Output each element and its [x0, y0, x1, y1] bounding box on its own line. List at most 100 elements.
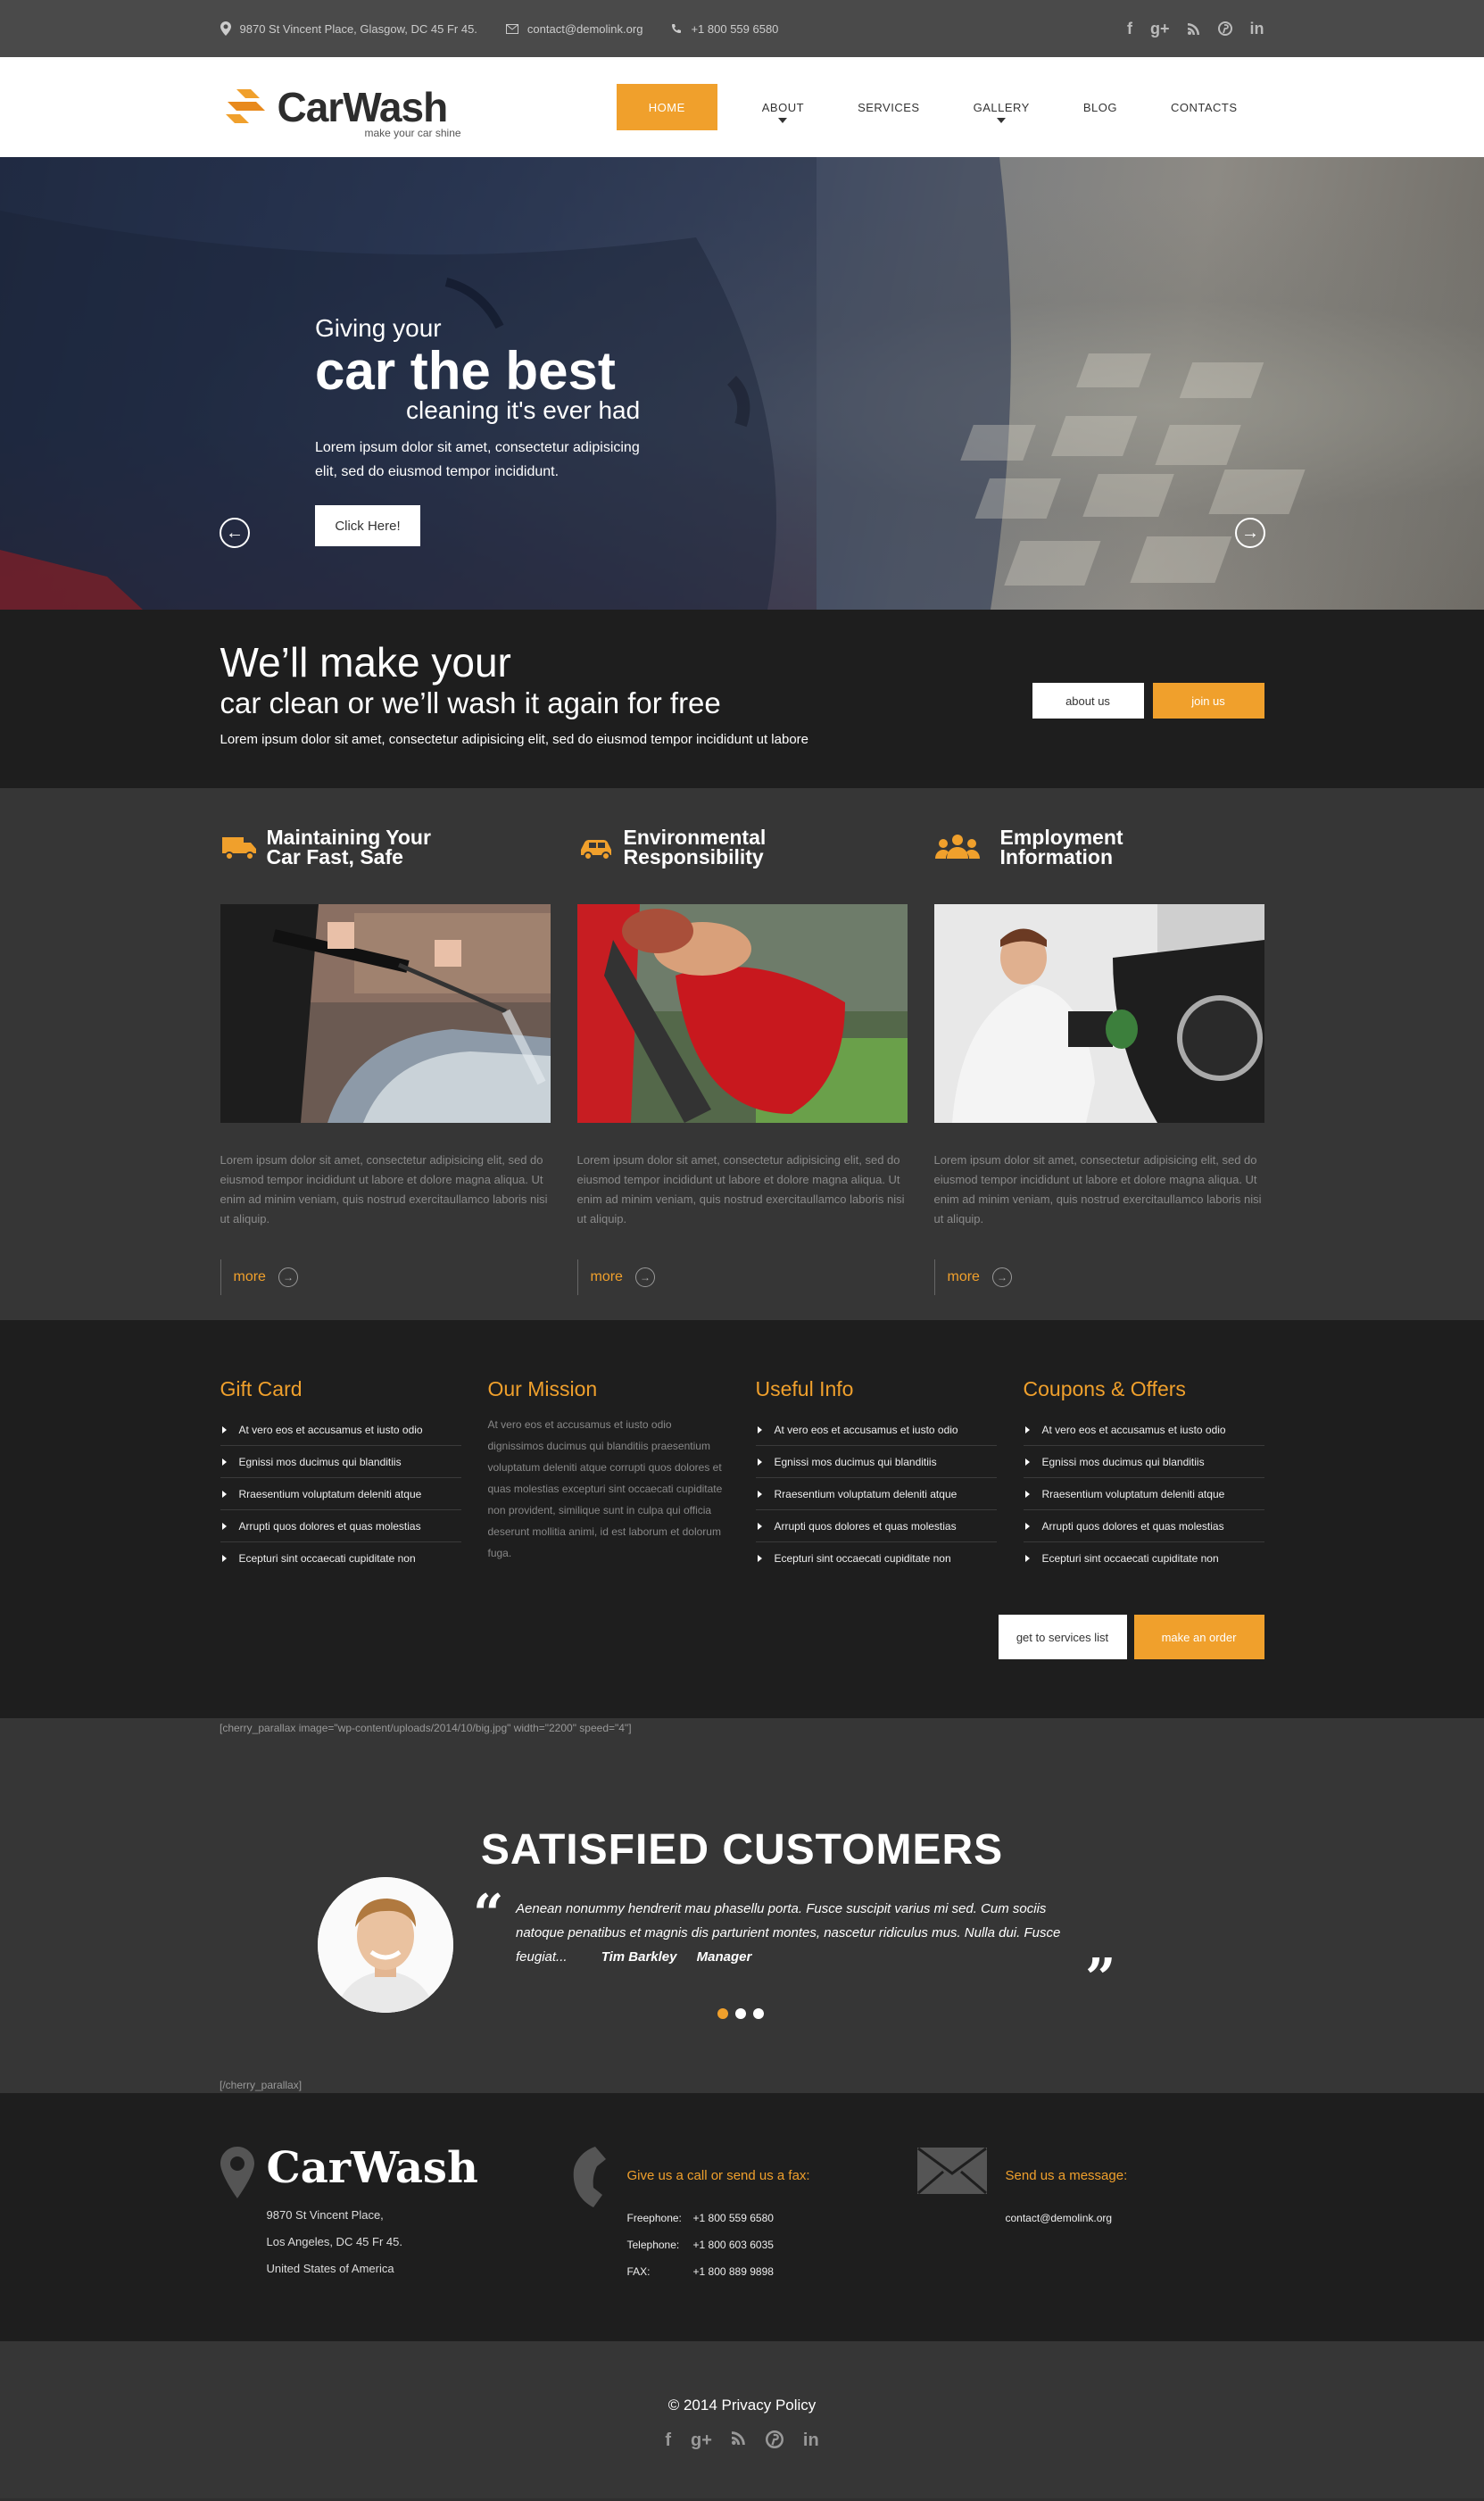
arrow-right-circle-icon: → [278, 1267, 298, 1287]
gift-card-column: Gift Card At vero eos et accusamus et iu… [220, 1377, 461, 1575]
info-buttons: get to services list make an order [998, 1615, 1264, 1659]
top-bar: 9870 St Vincent Place, Glasgow, DC 45 Fr… [0, 0, 1484, 57]
testimonial-author: Tim Barkley [601, 1949, 677, 1965]
phone-handset-icon [573, 2147, 606, 2207]
list-item[interactable]: Rraesentium voluptatum deleniti atque [1023, 1478, 1264, 1510]
contact-email[interactable]: contact@demolink.org [1006, 2205, 1128, 2231]
list-item[interactable]: Arrupti quos dolores et quas molestias [1023, 1510, 1264, 1542]
pinterest-icon[interactable] [1217, 21, 1232, 36]
phone-value[interactable]: +1 800 603 6035 [693, 2239, 774, 2251]
linkedin-icon[interactable]: in [1250, 20, 1264, 38]
open-quote-icon: “ [473, 1883, 504, 1946]
list-item[interactable]: Arrupti quos dolores et quas molestias [755, 1510, 997, 1542]
linkedin-icon[interactable]: in [803, 2430, 819, 2451]
nav-home[interactable]: HOME [616, 84, 717, 130]
list-item[interactable]: Ecepturi sint occaecati cupiditate non [1024, 1542, 1264, 1575]
make-order-button[interactable]: make an order [1133, 1615, 1264, 1659]
hero-caption: Giving your car the best cleaning it's e… [315, 316, 663, 546]
phone-value[interactable]: +1 800 889 9898 [693, 2265, 774, 2278]
feature-title: Employment Information [1000, 827, 1123, 868]
logo[interactable]: CarWash [220, 82, 448, 132]
google-plus-icon[interactable]: g+ [691, 2430, 712, 2451]
pinterest-icon[interactable] [765, 2430, 783, 2451]
phone-value[interactable]: +1 800 559 6580 [693, 2212, 774, 2224]
topbar-social: f g+ in [1127, 20, 1264, 38]
hero-line2: car the best [315, 341, 616, 401]
carousel-dot[interactable] [753, 2008, 764, 2019]
carousel-dot[interactable] [735, 2008, 746, 2019]
list-item[interactable]: Rraesentium voluptatum deleniti atque [755, 1478, 997, 1510]
services-list-button[interactable]: get to services list [998, 1615, 1127, 1659]
address-line: United States of America [266, 2262, 394, 2275]
envelope-icon [916, 2147, 987, 2195]
nav-about-label: ABOUT [761, 100, 805, 114]
truck-icon [221, 837, 256, 860]
list-item[interactable]: Egnissi mos ducimus qui blanditiis [755, 1446, 997, 1478]
site-header: CarWash make your car shine HOME ABOUT S… [0, 57, 1484, 157]
slider-next-arrow-icon[interactable]: → [1235, 518, 1265, 548]
testimonial-quote: Aenean nonummy hendrerit mau phasellu po… [516, 1897, 1087, 1969]
hero-text: Lorem ipsum dolor sit amet, consectetur … [315, 440, 640, 479]
phone-icon [672, 24, 682, 33]
mission-text: At vero eos et accusamus et iusto odio d… [487, 1418, 723, 1559]
nav-gallery[interactable]: GALLERY [947, 84, 1057, 130]
rss-icon[interactable] [1187, 22, 1200, 35]
hero-cta-button[interactable]: Click Here! [315, 505, 420, 546]
copyright[interactable]: © 2014 Privacy Policy [0, 2397, 1484, 2414]
main-nav: HOME ABOUT SERVICES GALLERY BLOG CONTACT… [616, 84, 1264, 130]
phone-label: FAX: [626, 2265, 651, 2278]
about-us-button[interactable]: about us [1032, 683, 1144, 719]
hero-line3: cleaning it's ever had [406, 396, 641, 424]
nav-about[interactable]: ABOUT [735, 84, 831, 130]
caret-down-icon [997, 118, 1007, 123]
google-plus-icon[interactable]: g+ [1150, 20, 1170, 38]
testimonial-role: Manager [696, 1949, 752, 1965]
carousel-dot[interactable] [717, 2008, 728, 2019]
feature-title-line1: Maintaining Your [266, 826, 431, 849]
nav-contacts[interactable]: CONTACTS [1144, 84, 1264, 130]
list-item[interactable]: Ecepturi sint occaecati cupiditate non [756, 1542, 997, 1575]
list-item[interactable]: At vero eos et accusamus et iusto odio [220, 1414, 461, 1446]
testimonial-text: Aenean nonummy hendrerit mau phasellu po… [516, 1901, 1061, 1965]
topbar-address-text: 9870 St Vincent Place, Glasgow, DC 45 Fr… [239, 21, 477, 36]
customer-photo [318, 1877, 453, 2013]
feature-image-mirror-clean[interactable] [576, 904, 908, 1123]
list-item[interactable]: At vero eos et accusamus et iusto odio [1023, 1414, 1264, 1446]
gift-card-list: At vero eos et accusamus et iusto odio E… [220, 1414, 461, 1575]
join-us-button[interactable]: join us [1152, 683, 1264, 719]
facebook-icon[interactable]: f [1127, 20, 1132, 38]
list-item[interactable]: Rraesentium voluptatum deleniti atque [220, 1478, 461, 1510]
feature-more-link[interactable]: more → [933, 1259, 1264, 1295]
phones-list: Freephone: +1 800 559 6580 Telephone: +1 8… [627, 2205, 810, 2285]
contact-message: Send us a message: contact@demolink.org [916, 2147, 1264, 2285]
nav-blog[interactable]: BLOG [1057, 84, 1144, 130]
list-item[interactable]: Ecepturi sint occaecati cupiditate non [220, 1542, 461, 1575]
location-pin-icon [220, 2147, 254, 2198]
feature-more-link[interactable]: more → [220, 1259, 551, 1295]
contact-footer: CarWash 9870 St Vincent Place, Los Angel… [0, 2093, 1484, 2341]
useful-info-list: At vero eos et accusamus et iusto odio E… [755, 1414, 997, 1575]
more-label: more [233, 1269, 266, 1284]
topbar-email[interactable]: contact@demolink.org [505, 22, 643, 36]
shortcode-close: [/cherry_parallax] [220, 2079, 303, 2091]
logo-text: CarWash [277, 84, 449, 130]
feature-image-polishing[interactable] [933, 904, 1264, 1123]
list-item[interactable]: At vero eos et accusamus et iusto odio [755, 1414, 997, 1446]
feature-image-pressure-wash[interactable] [220, 904, 551, 1123]
list-item[interactable]: Egnissi mos ducimus qui blanditiis [1023, 1446, 1264, 1478]
feature-more-link[interactable]: more → [576, 1259, 908, 1295]
list-item[interactable]: Egnissi mos ducimus qui blanditiis [220, 1446, 461, 1478]
feature-card: Employment Information Lorem ipsum dolor … [933, 826, 1264, 1295]
phone-label: Telephone: [626, 2239, 680, 2251]
mission-column: Our Mission At vero eos et accusamus et … [488, 1377, 729, 1575]
rss-icon[interactable] [731, 2430, 746, 2451]
useful-info-column: Useful Info At vero eos et accusamus et … [755, 1377, 997, 1575]
facebook-icon[interactable]: f [665, 2430, 671, 2451]
slider-prev-arrow-icon[interactable]: ← [220, 518, 250, 548]
list-item[interactable]: Arrupti quos dolores et quas molestias [220, 1510, 461, 1542]
topbar-email-text[interactable]: contact@demolink.org [527, 22, 643, 36]
hero-slider: ← → Giving your car the best cleaning it… [0, 157, 1484, 610]
logo-tagline: make your car shine [364, 127, 461, 139]
nav-services[interactable]: SERVICES [831, 84, 947, 130]
promo-heading: We’ll make your [220, 639, 511, 685]
